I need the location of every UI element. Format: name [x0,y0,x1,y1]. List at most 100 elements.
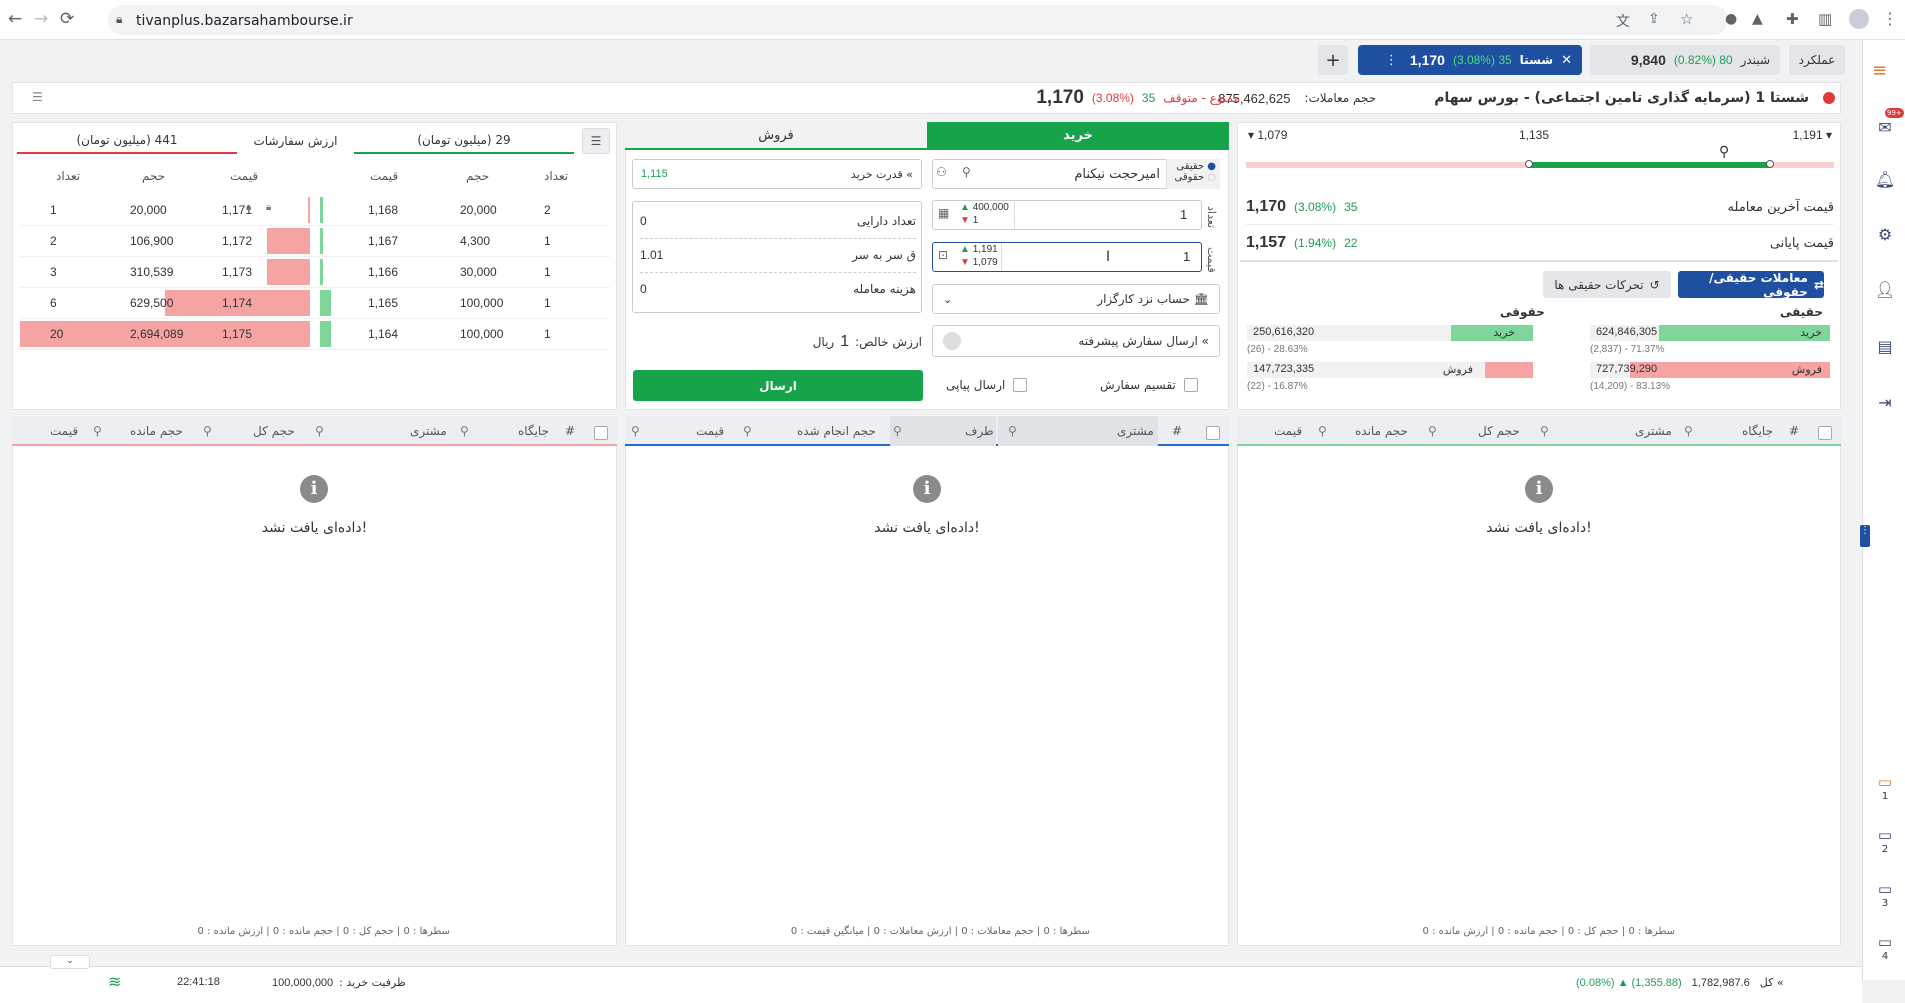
reload-icon[interactable]: ⟳ [60,9,74,29]
search-icon[interactable]: ⚲ [1684,424,1693,438]
toggle-icon[interactable] [943,332,961,350]
mail-icon[interactable]: ✉ [1874,118,1896,140]
monitor-1[interactable]: ▭ 1 [1874,773,1896,802]
tab-orders-value[interactable]: ارزش سفارشات [237,128,354,154]
monitor-4[interactable]: ▭ 4 [1874,933,1896,962]
close-tab-icon[interactable]: ✕ [1561,53,1572,68]
puzzle-icon[interactable]: ✚ [1786,10,1799,28]
profile-avatar[interactable] [1849,9,1869,29]
legal-option[interactable]: ○ حقوقی [1171,172,1216,183]
tab-sell[interactable]: فروش [625,122,927,148]
back-icon[interactable]: ← [8,9,22,29]
menu-dots-icon[interactable]: ⋮ [1882,9,1898,28]
orderbook-row[interactable]: 2 20,000 1,168 1,171 20,000 1 🔒︎ 🔒︎ [20,195,610,226]
last-trade-row: قیمت آخرین معامله 1,170 (3.08%) 35 [1246,196,1834,218]
col-remaining-volume[interactable]: حجم مانده [130,424,183,438]
sell-volume: 310,539 [130,265,174,279]
send-order-button[interactable]: ارسال [633,370,923,401]
real-legal-trades-button[interactable]: ⇄ معاملات حقیقی/حقوقی [1678,270,1824,299]
customer-icon[interactable]: ⚇ [936,165,947,179]
search-icon[interactable]: ⚲ [203,424,212,438]
search-icon[interactable]: ⚲ [1540,424,1549,438]
lock-icon[interactable]: 🔒︎ [266,202,271,213]
extension-icon[interactable]: ● [1725,11,1737,27]
col-total-volume[interactable]: حجم کل [1478,424,1520,438]
document-icon[interactable]: ▤ [1874,337,1896,359]
forward-icon[interactable]: → [34,9,48,29]
col-executed-volume[interactable]: حجم انجام شده [797,424,876,438]
logout-icon[interactable]: ⇥ [1874,393,1896,415]
monitor-2[interactable]: ▭ 2 [1874,826,1896,855]
search-icon[interactable]: ⚲ [1428,424,1437,438]
stepwise-option[interactable]: ارسال پیاپی [946,378,1028,392]
col-customer[interactable]: مشتری [410,424,447,438]
legal-buy-bar: 250,616,320 خرید [1247,325,1533,341]
tab-buy[interactable]: خرید [927,122,1229,148]
split-order-option[interactable]: تقسیم سفارش [1100,378,1198,392]
orderbook-menu-icon[interactable]: ☰ [582,128,610,154]
search-icon[interactable]: ⚲ [893,424,902,438]
search-icon[interactable]: ⚲ [743,424,752,438]
stepwise-checkbox[interactable] [1013,378,1028,392]
account-type[interactable]: ● حقیقی ○ حقوقی [1166,159,1220,189]
translate-icon[interactable]: 文 [1616,11,1630,31]
col-price[interactable]: قیمت [696,424,724,438]
extension-2-icon[interactable]: ▲ [1752,11,1763,27]
performance-button[interactable]: عملکرد [1789,45,1845,75]
select-all-checkbox[interactable] [594,426,608,440]
sidepanel-icon[interactable]: ▥ [1818,10,1832,28]
col-side[interactable]: طرف [965,424,994,438]
search-icon[interactable]: ⚲ [631,424,640,438]
tab-shabandar[interactable]: شبندر 80 (0.82%) 9,840 [1590,45,1780,75]
split-order-checkbox[interactable] [1183,378,1198,392]
bookmark-star-icon[interactable]: ☆ [1680,10,1693,28]
col-position[interactable]: جایگاه [1742,424,1773,438]
tab-shasta[interactable]: ✕ شستا 35 (3.08%) 1,170 ⋮ [1358,45,1582,75]
search-icon[interactable]: ⚲ [460,424,469,438]
add-tab-button[interactable]: + [1318,45,1348,75]
broker-account-select[interactable]: 🏛︎ حساب نزد کارگزار ⌄ [932,284,1220,314]
tab-buy-value[interactable]: 441 (میلیون تومان) [17,128,237,154]
closing-change: 22 [1344,236,1358,250]
col-price[interactable]: قیمت [50,424,78,438]
col-total-volume[interactable]: حجم کل [253,424,295,438]
orderbook-row[interactable]: 1 100,000 1,164 1,175 2,694,089 20 [20,319,610,350]
price-limits: ▲ 1,191 ▼ 1,079 [960,243,1002,271]
sidebar-handle[interactable]: ⋮ [1860,525,1870,547]
col-position[interactable]: جایگاه [518,424,549,438]
collapse-panel-button[interactable]: ⌄ [50,955,90,969]
share-icon[interactable]: ⇪ [1648,11,1660,27]
buy-volume: 100,000 [460,327,504,341]
search-icon[interactable]: ⚲ [93,424,102,438]
col-price[interactable]: قیمت [1274,424,1302,438]
calculator-icon[interactable]: ▦ [938,206,949,220]
buying-power-box[interactable]: » قدرت خرید 1,115 [632,159,922,189]
list-icon[interactable]: ☰ [32,90,43,104]
real-legal-label: معاملات حقیقی/حقوقی [1709,270,1808,299]
col-remaining-volume[interactable]: حجم مانده [1355,424,1408,438]
cost-value: 0 [640,282,647,296]
monitor-3[interactable]: ▭ 3 [1874,880,1896,909]
tab-menu-icon[interactable]: ⋮ [1385,53,1398,68]
col-customer[interactable]: مشتری [1635,424,1672,438]
search-icon[interactable]: ⚲ [1008,424,1017,438]
search-icon[interactable]: ⚲ [1318,424,1327,438]
search-icon[interactable]: ⚲ [962,165,971,179]
lock-icon[interactable]: 🔒︎ [246,202,251,213]
real-option[interactable]: ● حقیقی [1171,161,1216,172]
col-customer[interactable]: مشتری [1117,424,1154,438]
orderbook-row[interactable]: 1 30,000 1,166 1,173 310,539 3 [20,257,610,288]
select-all-checkbox[interactable] [1818,426,1832,440]
market-index[interactable]: » کل 1,782,987.6 (0.08%) ▲ (1,355.88) [1576,976,1784,989]
real-moves-button[interactable]: ↺ تحرکات حقیقی ها [1543,271,1671,298]
bell-icon[interactable]: 🔔︎ [1874,170,1896,192]
tab-sell-value[interactable]: 29 (میلیون تومان) [354,128,574,154]
orderbook-row[interactable]: 1 4,300 1,167 1,172 106,900 2 [20,226,610,257]
user-icon[interactable]: 👤︎ [1874,280,1896,302]
gear-icon[interactable]: ⚙ [1874,225,1896,247]
select-all-checkbox[interactable] [1206,426,1220,440]
search-icon[interactable]: ⚲ [315,424,324,438]
unlock-icon[interactable]: ⊡ [938,248,948,262]
advanced-order-button[interactable]: » ارسال سفارش پیشرفته [932,325,1220,357]
orderbook-row[interactable]: 1 100,000 1,165 1,174 629,500 6 [20,288,610,319]
